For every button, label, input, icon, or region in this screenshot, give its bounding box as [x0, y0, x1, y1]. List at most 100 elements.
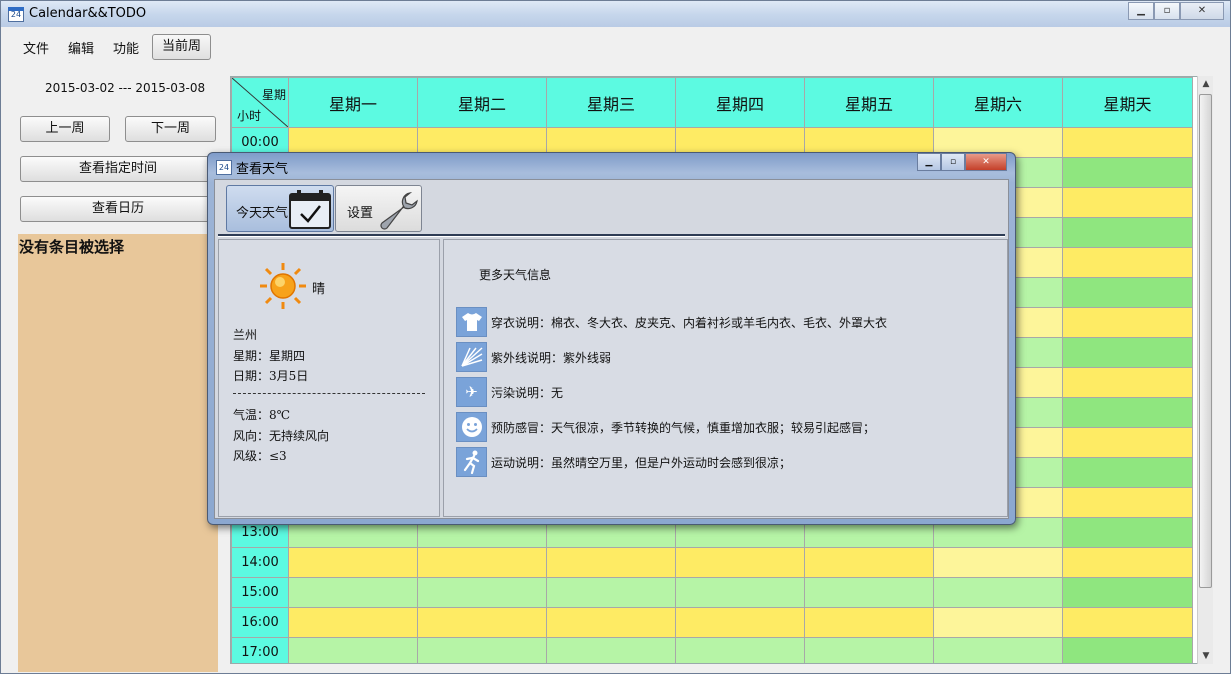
maximize-button[interactable]: ▫	[1154, 2, 1180, 20]
time-slot-cell[interactable]	[1062, 457, 1193, 488]
time-slot-cell[interactable]	[1062, 307, 1193, 338]
view-time-button[interactable]: 查看指定时间	[20, 156, 216, 182]
time-slot-cell[interactable]	[1062, 157, 1193, 188]
day-header: 星期三	[546, 77, 676, 128]
close-button[interactable]: ✕	[1180, 2, 1224, 20]
time-slot-cell[interactable]	[804, 547, 934, 578]
summary-divider	[233, 393, 425, 394]
time-slot-cell[interactable]	[546, 577, 676, 608]
time-slot-cell[interactable]	[675, 607, 805, 638]
time-slot-cell[interactable]	[1062, 397, 1193, 428]
prev-week-button[interactable]: 上一周	[20, 116, 110, 142]
current-week-button[interactable]: 当前周	[152, 34, 211, 60]
time-slot-cell[interactable]	[1062, 637, 1193, 663]
uv-advice: 紫外线说明：紫外线弱	[491, 351, 612, 365]
minimize-button[interactable]: ▁	[1128, 2, 1154, 20]
time-slot-cell[interactable]	[417, 607, 547, 638]
time-slot-cell[interactable]	[288, 577, 418, 608]
dialog-body: 今天天气 设置 晴 兰州 星期：星期四 日期：3月5日 气温：8℃ 风向：无持续…	[214, 179, 1009, 519]
scroll-thumb[interactable]	[1199, 94, 1212, 588]
time-slot-cell[interactable]	[417, 547, 547, 578]
time-slot-cell[interactable]	[546, 547, 676, 578]
item-detail-panel: 没有条目被选择	[18, 234, 218, 672]
view-calendar-button[interactable]: 查看日历	[20, 196, 216, 222]
day-header: 星期二	[417, 77, 547, 128]
dialog-minimize-button[interactable]: ▁	[917, 153, 941, 171]
time-slot-cell[interactable]	[1062, 547, 1193, 578]
time-slot-cell[interactable]	[1062, 607, 1193, 638]
scroll-down-arrow-icon[interactable]: ▼	[1198, 648, 1214, 664]
tab-separator	[218, 234, 1005, 237]
dialog-title: 查看天气	[236, 162, 289, 177]
day-header: 星期四	[675, 77, 805, 128]
shirt-icon	[456, 307, 487, 337]
grid-vertical-scrollbar[interactable]: ▲ ▼	[1197, 76, 1213, 664]
menu-function[interactable]: 功能	[113, 38, 139, 57]
time-slot-cell[interactable]	[288, 547, 418, 578]
time-slot-cell[interactable]	[804, 607, 934, 638]
title-bar[interactable]: 24 Calendar&&TODO ▁ ▫ ✕	[1, 1, 1230, 27]
tab-settings-label: 设置	[347, 206, 374, 221]
time-slot-cell[interactable]	[1062, 247, 1193, 278]
time-slot-cell[interactable]	[1062, 517, 1193, 548]
time-slot-cell[interactable]	[933, 577, 1063, 608]
time-slot-cell[interactable]	[933, 547, 1063, 578]
dialog-close-button[interactable]: ✕	[965, 153, 1007, 171]
weather-condition: 晴	[312, 282, 326, 297]
time-slot-cell[interactable]	[675, 577, 805, 608]
time-slot-cell[interactable]	[1062, 427, 1193, 458]
tab-settings[interactable]: 设置	[335, 185, 422, 232]
time-slot-cell[interactable]	[1062, 367, 1193, 398]
time-slot-cell[interactable]	[1062, 277, 1193, 308]
time-slot-cell[interactable]	[804, 577, 934, 608]
next-week-button[interactable]: 下一周	[125, 116, 216, 142]
day-header: 星期一	[288, 77, 418, 128]
menu-edit[interactable]: 编辑	[68, 38, 94, 57]
uv-rays-icon	[456, 342, 487, 372]
more-info-heading: 更多天气信息	[479, 268, 552, 282]
time-slot-cell[interactable]	[1062, 187, 1193, 218]
weather-date: 日期：3月5日	[233, 369, 309, 383]
no-selection-label: 没有条目被选择	[19, 238, 125, 256]
dialog-controls: ▁ ▫ ✕	[917, 153, 1007, 171]
hour-row: 16:00	[231, 607, 1193, 638]
hour-row: 17:00	[231, 637, 1193, 663]
pollution-advice: 污染说明：无	[491, 386, 564, 400]
time-slot-cell[interactable]	[933, 607, 1063, 638]
tab-today-weather-label: 今天天气	[236, 206, 289, 221]
time-slot-cell[interactable]	[417, 577, 547, 608]
corner-weekday-label: 星期	[261, 88, 286, 102]
time-slot-cell[interactable]	[675, 547, 805, 578]
time-slot-cell[interactable]	[288, 637, 418, 663]
hour-label: 16:00	[231, 607, 289, 638]
time-slot-cell[interactable]	[1062, 487, 1193, 518]
time-slot-cell[interactable]	[933, 637, 1063, 663]
weather-dialog: 24 查看天气 ▁ ▫ ✕ 今天天气 设置 晴 兰州 星期：星期四 日期：3月5…	[207, 152, 1016, 525]
left-panel: 2015-03-02 --- 2015-03-08 上一周 下一周 查看指定时间…	[10, 66, 220, 672]
time-slot-cell[interactable]	[288, 607, 418, 638]
hour-row: 14:00	[231, 547, 1193, 578]
time-slot-cell[interactable]	[804, 637, 934, 663]
time-slot-cell[interactable]	[546, 637, 676, 663]
menu-file[interactable]: 文件	[23, 38, 49, 57]
time-slot-cell[interactable]	[1062, 577, 1193, 608]
airplane-icon: ✈	[456, 377, 487, 407]
day-header: 星期五	[804, 77, 934, 128]
time-slot-cell[interactable]	[417, 637, 547, 663]
tab-today-weather[interactable]: 今天天气	[226, 185, 334, 232]
day-header: 星期天	[1062, 77, 1193, 128]
time-slot-cell[interactable]	[546, 607, 676, 638]
time-slot-cell[interactable]	[675, 637, 805, 663]
time-slot-cell[interactable]	[1062, 217, 1193, 248]
weather-wind-level: 风级：≤3	[233, 449, 287, 463]
dialog-maximize-button[interactable]: ▫	[941, 153, 965, 171]
time-slot-cell[interactable]	[1062, 127, 1193, 158]
day-header: 星期六	[933, 77, 1063, 128]
time-slot-cell[interactable]	[1062, 337, 1193, 368]
clothing-advice: 穿衣说明：棉衣、冬大衣、皮夹克、内着衬衫或羊毛内衣、毛衣、外罩大衣	[491, 316, 888, 330]
window-controls: ▁ ▫ ✕	[1128, 2, 1224, 20]
cold-prevention-advice: 预防感冒：天气很凉，季节转换的气候，慎重增加衣服；较易引起感冒；	[491, 421, 876, 435]
weather-temperature: 气温：8℃	[233, 408, 291, 422]
scroll-up-arrow-icon[interactable]: ▲	[1198, 76, 1214, 92]
hour-label: 15:00	[231, 577, 289, 608]
